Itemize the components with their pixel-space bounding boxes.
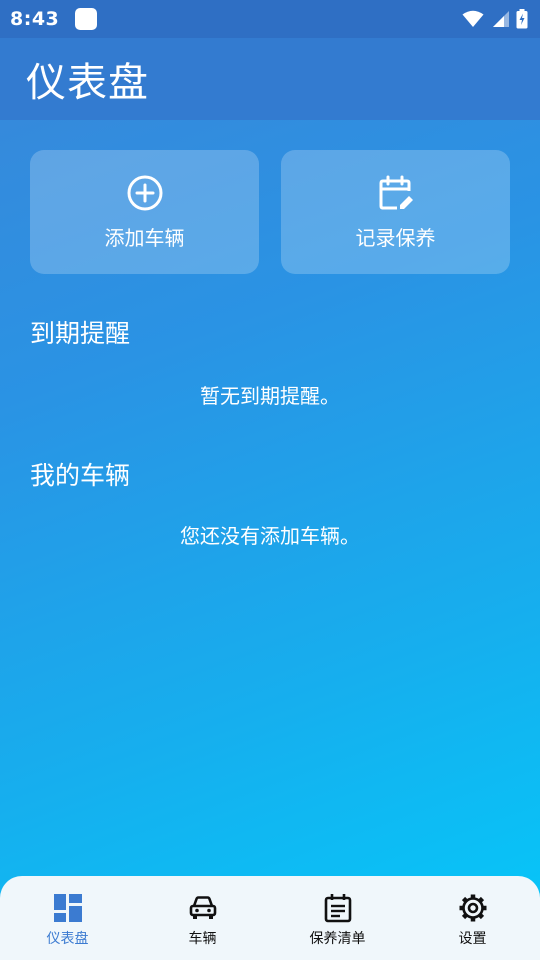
vehicles-heading: 我的车辆 (30, 461, 131, 490)
reminders-empty-text: 暂无到期提醒。 (200, 384, 340, 408)
status-indicators (462, 9, 528, 29)
nav-label-vehicles: 车辆 (188, 931, 217, 947)
nav-label-checklist: 保养清单 (309, 931, 366, 947)
add-vehicle-button[interactable]: 添加车辆 (30, 150, 259, 274)
dashboard-icon (53, 894, 82, 922)
status-bar: 8:43 (0, 0, 540, 38)
notification-icon (75, 8, 98, 30)
quick-actions: 添加车辆 记录保养 (30, 150, 510, 274)
checklist-icon (324, 894, 351, 923)
status-time: 8:43 (10, 8, 60, 30)
battery-icon (516, 9, 528, 29)
calendar-edit-icon (379, 175, 413, 209)
wifi-icon (462, 10, 484, 27)
add-circle-icon (127, 175, 162, 210)
car-icon (189, 896, 216, 919)
add-vehicle-label: 添加车辆 (104, 225, 185, 250)
app-bar: 仪表盘 (0, 38, 540, 120)
nav-label-dashboard: 仪表盘 (46, 931, 89, 947)
reminders-heading: 到期提醒 (30, 319, 131, 348)
nav-item-checklist[interactable]: 保养清单 (283, 892, 393, 948)
signal-icon (493, 11, 509, 27)
nav-item-settings[interactable]: 设置 (418, 892, 528, 948)
bottom-navigation: 仪表盘 车辆 保养清单 设置 (0, 876, 540, 960)
vehicles-empty-text: 您还没有添加车辆。 (180, 524, 360, 548)
page-title: 仪表盘 (26, 60, 149, 106)
nav-item-vehicles[interactable]: 车辆 (148, 892, 258, 948)
nav-label-settings: 设置 (458, 931, 487, 947)
gear-icon (459, 894, 486, 922)
record-maintenance-button[interactable]: 记录保养 (281, 150, 510, 274)
nav-item-dashboard[interactable]: 仪表盘 (13, 892, 123, 948)
record-maintenance-label: 记录保养 (355, 225, 436, 250)
